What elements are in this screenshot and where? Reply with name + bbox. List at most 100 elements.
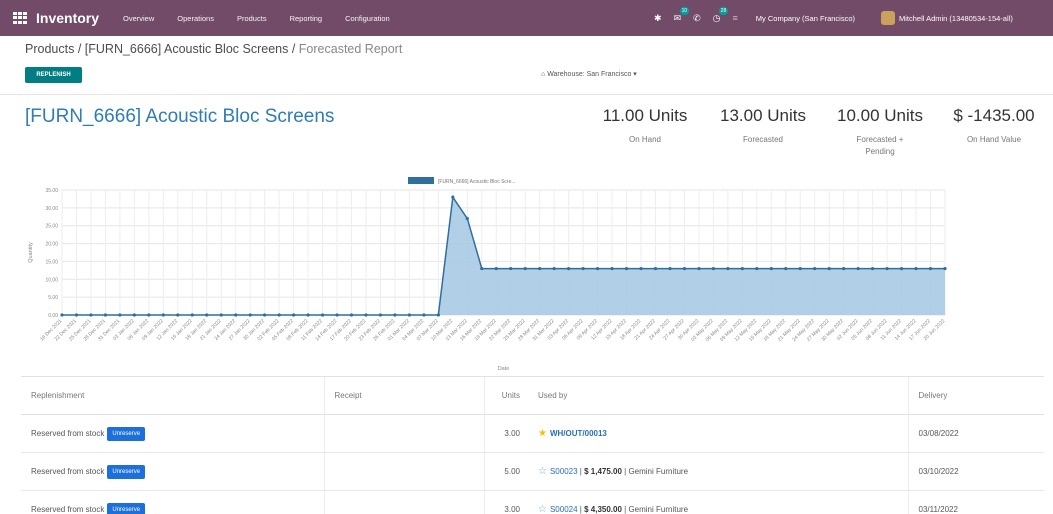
menu-products[interactable]: Products	[237, 14, 267, 23]
menu-operations[interactable]: Operations	[177, 14, 214, 23]
breadcrumb-products[interactable]: Products	[25, 42, 74, 56]
data-point[interactable]	[60, 313, 64, 317]
data-point[interactable]	[263, 313, 267, 317]
data-point[interactable]	[842, 266, 846, 271]
header-replenishment[interactable]: Replenishment	[21, 376, 324, 415]
data-point[interactable]	[190, 313, 194, 317]
activities-icon[interactable]: ◷ 28	[713, 6, 729, 24]
unreserve-button[interactable]: Unreserve	[107, 502, 146, 514]
user-menu[interactable]: Mitchell Admin (13480534-154-all)	[899, 14, 1049, 23]
data-point[interactable]	[523, 266, 527, 271]
unreserve-button[interactable]: Unreserve	[107, 464, 146, 479]
data-point[interactable]	[161, 313, 165, 317]
data-point[interactable]	[610, 266, 614, 271]
company-switch-icon[interactable]: ≡	[733, 13, 738, 23]
product-title[interactable]: [FURN_6666] Acoustic Bloc Screens	[25, 106, 334, 128]
data-point[interactable]	[465, 216, 469, 221]
data-point[interactable]	[176, 313, 180, 317]
breadcrumb-product[interactable]: [FURN_6666] Acoustic Bloc Screens	[85, 42, 289, 56]
data-point[interactable]	[682, 266, 687, 271]
data-point[interactable]	[653, 266, 658, 271]
data-point[interactable]	[856, 266, 860, 271]
data-point[interactable]	[320, 313, 325, 317]
data-point[interactable]	[943, 266, 947, 271]
used-by-link[interactable]: S00024	[550, 505, 578, 514]
data-point[interactable]	[306, 313, 310, 317]
header-delivery[interactable]: Delivery	[907, 376, 1044, 415]
data-point[interactable]	[118, 313, 122, 317]
data-point[interactable]	[364, 313, 368, 317]
star-empty-icon[interactable]: ☆	[538, 504, 547, 514]
phone-icon[interactable]: ✆	[693, 13, 701, 24]
data-point[interactable]	[205, 313, 209, 317]
data-point[interactable]	[798, 266, 802, 271]
data-point[interactable]	[132, 313, 136, 317]
data-point[interactable]	[639, 266, 643, 271]
data-point[interactable]	[567, 266, 571, 271]
data-point[interactable]	[581, 266, 585, 271]
data-point[interactable]	[595, 266, 600, 271]
star-empty-icon[interactable]: ☆	[538, 466, 547, 477]
data-point[interactable]	[277, 313, 281, 317]
data-point[interactable]	[335, 313, 339, 317]
data-point[interactable]	[827, 266, 831, 271]
header-receipt[interactable]: Receipt	[323, 376, 484, 415]
data-point[interactable]	[378, 313, 383, 317]
data-point[interactable]	[914, 266, 918, 271]
data-point[interactable]	[393, 313, 397, 317]
data-point[interactable]	[885, 266, 889, 271]
data-point[interactable]	[292, 313, 296, 317]
data-point[interactable]	[103, 313, 108, 317]
unreserve-button[interactable]: Unreserve	[107, 426, 146, 441]
data-point[interactable]	[813, 266, 817, 271]
legend-swatch[interactable]	[408, 177, 434, 184]
app-title[interactable]: Inventory	[36, 10, 99, 26]
data-point[interactable]	[480, 266, 484, 271]
data-point[interactable]	[422, 313, 426, 317]
data-point[interactable]	[248, 313, 252, 317]
menu-configuration[interactable]: Configuration	[345, 14, 390, 23]
stat-forecasted-pending[interactable]: 10.00 Units Forecasted + Pending	[828, 106, 932, 158]
data-point[interactable]	[509, 266, 513, 271]
used-by-link[interactable]: WH/OUT/00013	[550, 429, 607, 438]
bug-icon[interactable]: ✱	[654, 13, 662, 24]
star-filled-icon[interactable]: ★	[538, 428, 547, 439]
menu-overview[interactable]: Overview	[123, 14, 154, 23]
data-point[interactable]	[668, 266, 672, 271]
data-point[interactable]	[726, 266, 730, 271]
data-point[interactable]	[451, 195, 455, 199]
menu-reporting[interactable]: Reporting	[290, 14, 323, 23]
data-point[interactable]	[899, 266, 904, 271]
stat-forecasted[interactable]: 13.00 Units Forecasted	[707, 106, 819, 146]
data-point[interactable]	[769, 266, 773, 271]
data-point[interactable]	[740, 266, 744, 271]
data-point[interactable]	[871, 266, 875, 271]
user-avatar[interactable]	[881, 11, 895, 25]
company-switcher[interactable]: My Company (San Francisco)	[756, 14, 855, 23]
data-point[interactable]	[711, 266, 715, 271]
data-point[interactable]	[784, 266, 788, 271]
data-point[interactable]	[349, 313, 354, 317]
data-point[interactable]	[234, 313, 238, 317]
apps-menu-icon[interactable]	[13, 12, 27, 24]
data-point[interactable]	[494, 266, 498, 271]
data-point[interactable]	[74, 313, 79, 317]
messages-icon[interactable]: ✉ 10	[674, 6, 690, 24]
data-point[interactable]	[407, 313, 412, 317]
data-point[interactable]	[755, 266, 759, 271]
data-point[interactable]	[436, 313, 440, 317]
replenish-button[interactable]: REPLENISH	[25, 67, 82, 83]
data-point[interactable]	[538, 266, 542, 271]
header-used-by[interactable]: Used by	[528, 376, 908, 415]
data-point[interactable]	[697, 266, 701, 271]
data-point[interactable]	[928, 266, 933, 271]
data-point[interactable]	[89, 313, 93, 317]
warehouse-filter[interactable]: ⌂ Warehouse: San Francisco ▾	[541, 70, 637, 78]
data-point[interactable]	[219, 313, 223, 317]
stat-on-hand[interactable]: 11.00 Units On Hand	[592, 106, 698, 146]
data-point[interactable]	[624, 266, 629, 271]
legend-label[interactable]: [FURN_6666] Acoustic Bloc Scre...	[438, 179, 516, 185]
used-by-link[interactable]: S00023	[550, 467, 578, 476]
data-point[interactable]	[552, 266, 556, 271]
header-units[interactable]: Units	[483, 376, 528, 415]
